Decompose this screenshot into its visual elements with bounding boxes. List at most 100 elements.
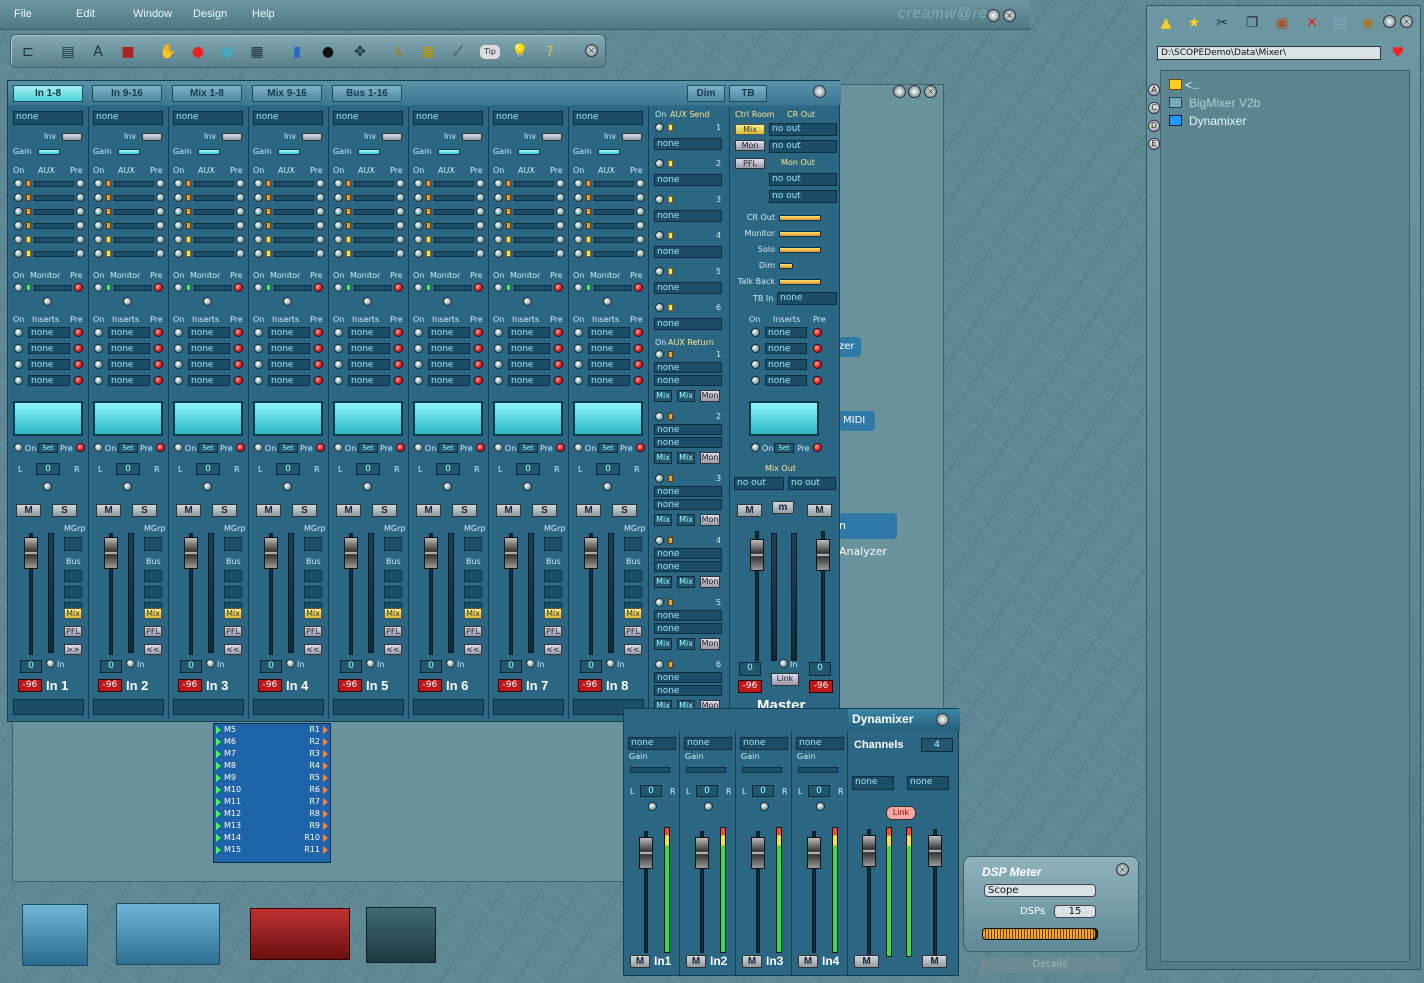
aux-send-slider[interactable] (34, 223, 74, 229)
aux-return-mon-button[interactable]: Mon (700, 390, 720, 402)
aux-send-slider[interactable] (434, 195, 474, 201)
master-monitor-slider[interactable] (779, 231, 821, 237)
insert-dot[interactable] (234, 344, 243, 353)
insert-slot[interactable]: none (428, 359, 470, 370)
route-in-arrow-icon[interactable] (323, 750, 328, 758)
aux-send-slider[interactable] (514, 251, 554, 257)
insert-slot[interactable]: none (108, 359, 150, 370)
channel-fader[interactable] (104, 537, 118, 569)
route-out-arrow-icon[interactable] (216, 750, 221, 758)
monitor-pan-knob[interactable] (123, 297, 132, 306)
aux-return-mon-button[interactable]: Mon (700, 452, 720, 464)
aux-return-on-knob[interactable] (655, 536, 664, 545)
monitor-pre-dot[interactable] (394, 283, 403, 292)
route-out-arrow-icon[interactable] (216, 810, 221, 818)
aux-on-knob[interactable] (254, 207, 263, 216)
input-select[interactable]: none (173, 111, 243, 125)
monitor-on-knob[interactable] (334, 283, 343, 292)
mix-button[interactable]: Mix (144, 608, 162, 619)
monitor-slider[interactable] (354, 285, 392, 291)
pan-knob[interactable] (43, 482, 52, 491)
delete-icon[interactable]: ✕ (1303, 14, 1321, 32)
mute-button[interactable]: M (176, 504, 201, 517)
aux-on-knob[interactable] (494, 207, 503, 216)
menu-help[interactable]: Help (252, 8, 275, 20)
set-button[interactable]: Set (518, 443, 538, 453)
input-select[interactable]: none (93, 111, 163, 125)
mute-button[interactable]: M (496, 504, 521, 517)
dyn-pan-knob[interactable] (648, 802, 657, 811)
mgrp-select[interactable] (464, 537, 482, 551)
aux-return-mix-button[interactable]: Mix (654, 514, 672, 526)
set-button[interactable]: Set (198, 443, 218, 453)
bus-select[interactable] (464, 570, 482, 582)
monitor-slider[interactable] (34, 285, 72, 291)
insert-slot[interactable]: none (188, 359, 230, 370)
aux-send-slider[interactable] (594, 209, 634, 215)
aux-on-knob[interactable] (334, 207, 343, 216)
mix-button[interactable]: Mix (224, 608, 242, 619)
display-on-knob[interactable] (334, 443, 343, 452)
channel-bottom-select[interactable] (413, 699, 484, 715)
aux-pre-knob[interactable] (316, 193, 325, 202)
aux-send-slider[interactable] (114, 223, 154, 229)
aux-pre-knob[interactable] (316, 235, 325, 244)
aux-return-mix-button[interactable]: Mix (654, 390, 672, 402)
bus-select[interactable] (64, 586, 82, 598)
insert-on-knob[interactable] (94, 328, 103, 337)
dyn-mute-button[interactable]: M (630, 955, 650, 968)
master-insert-dot[interactable] (813, 376, 822, 385)
bus-select[interactable] (544, 586, 562, 598)
text-icon[interactable]: A (89, 43, 107, 61)
set-button[interactable]: Set (278, 443, 298, 453)
aux-send-slider[interactable] (34, 251, 74, 257)
aux-on-knob[interactable] (174, 221, 183, 230)
monitor-pre-dot[interactable] (74, 283, 83, 292)
aux-send-slider[interactable] (354, 209, 394, 215)
bus-select[interactable] (624, 570, 642, 582)
display-pre-dot[interactable] (236, 443, 245, 452)
in-knob[interactable] (46, 659, 55, 668)
dyn-pan-value[interactable]: 0 (808, 785, 830, 797)
aux-on-knob[interactable] (14, 193, 23, 202)
tree-item-parent[interactable]: <.. (1185, 78, 1199, 92)
aux-send-slider[interactable] (434, 181, 474, 187)
pan-value[interactable]: 0 (36, 463, 60, 475)
in-knob[interactable] (206, 659, 215, 668)
input-select[interactable]: none (573, 111, 643, 125)
aux-on-knob[interactable] (14, 235, 23, 244)
aux-send-slider[interactable] (274, 195, 314, 201)
display-pre-dot[interactable] (76, 443, 85, 452)
aux-on-knob[interactable] (174, 235, 183, 244)
mgrp-select[interactable] (384, 537, 402, 551)
drive-d-button[interactable]: D (1148, 120, 1160, 132)
aux-pre-knob[interactable] (556, 221, 565, 230)
master-dim-slider[interactable] (779, 263, 793, 269)
aux-send-slider[interactable] (274, 181, 314, 187)
drive-a-button[interactable]: A (1148, 84, 1160, 96)
master-mono-button[interactable]: m (772, 501, 794, 514)
insert-dot[interactable] (74, 344, 83, 353)
aux-pre-knob[interactable] (236, 235, 245, 244)
pan-value[interactable]: 0 (196, 463, 220, 475)
insert-on-knob[interactable] (174, 376, 183, 385)
input-select[interactable]: none (333, 111, 403, 125)
display-on-knob[interactable] (574, 443, 583, 452)
aux-on-knob[interactable] (254, 193, 263, 202)
insert-on-knob[interactable] (494, 344, 503, 353)
aux-send-slider[interactable] (194, 251, 234, 257)
insert-on-knob[interactable] (254, 344, 263, 353)
route-out-arrow-icon[interactable] (216, 726, 221, 734)
move-icon[interactable]: ✥ (351, 43, 369, 61)
mix-button[interactable]: Mix (624, 608, 642, 619)
aux-on-knob[interactable] (94, 193, 103, 202)
insert-slot[interactable]: none (108, 375, 150, 386)
monitor-on-knob[interactable] (494, 283, 503, 292)
chip-icon[interactable]: ■ (119, 43, 137, 61)
aux-send-slider[interactable] (114, 181, 154, 187)
solo-button[interactable]: S (212, 504, 237, 517)
aux-send-slider[interactable] (434, 251, 474, 257)
aux-pre-knob[interactable] (556, 235, 565, 244)
connect-icon[interactable]: ⅄ (389, 43, 407, 61)
insert-slot[interactable]: none (508, 359, 550, 370)
